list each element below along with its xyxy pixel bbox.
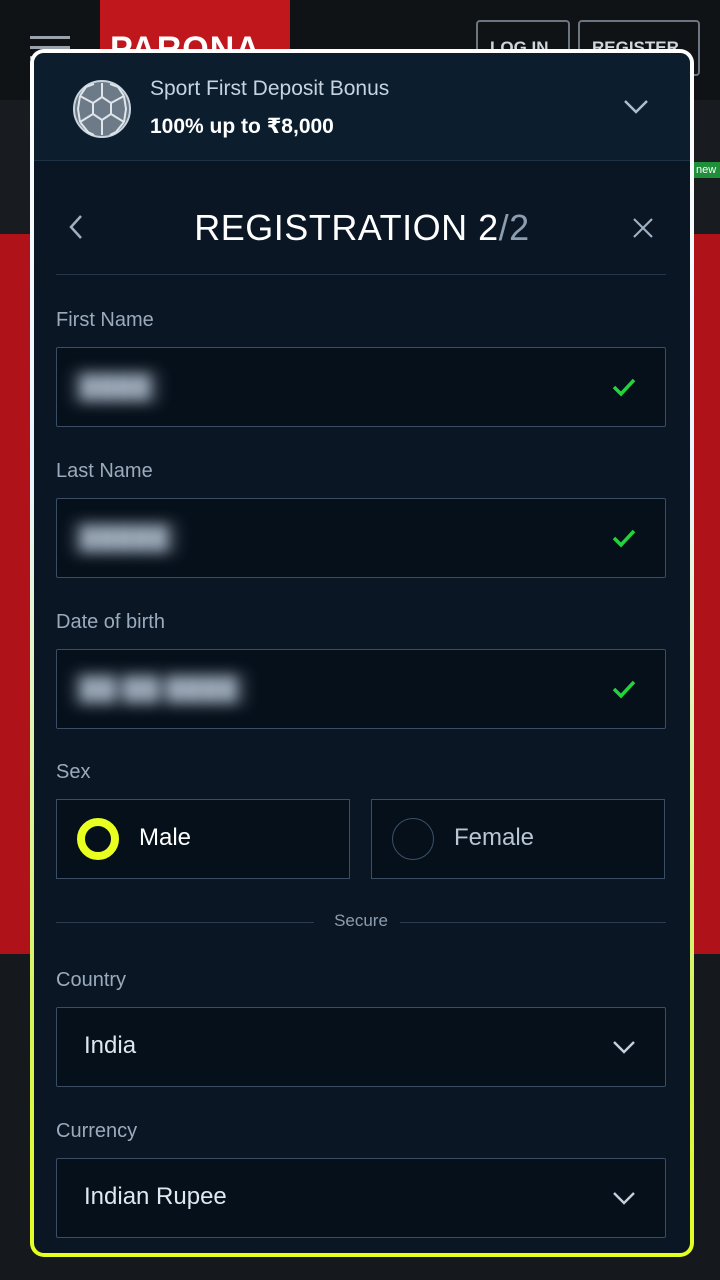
registration-step-total: /2 <box>498 207 530 248</box>
chevron-down-icon[interactable] <box>622 97 650 117</box>
sex-option-female[interactable]: Female <box>371 799 665 879</box>
soccer-ball-icon <box>73 80 131 138</box>
bonus-amount: 100% up to ₹8,000 <box>150 115 334 138</box>
chevron-down-icon <box>613 1041 635 1054</box>
dob-value: ██/██/████ <box>71 672 248 706</box>
radio-unselected-icon[interactable] <box>392 818 434 860</box>
country-value: India <box>84 1032 137 1059</box>
page-title: REGISTRATION 2/2 <box>34 207 690 249</box>
first-name-label: First Name <box>56 309 154 331</box>
sex-option-male[interactable]: Male <box>56 799 350 879</box>
checkmark-icon <box>612 529 636 548</box>
bonus-title: Sport First Deposit Bonus <box>150 77 390 100</box>
dob-label: Date of birth <box>56 611 165 633</box>
country-select[interactable]: India <box>56 1007 666 1087</box>
first-name-field[interactable]: ████ <box>56 347 666 427</box>
close-icon[interactable] <box>630 215 656 241</box>
bonus-selector[interactable]: Sport First Deposit Bonus 100% up to ₹8,… <box>34 53 690 161</box>
radio-selected-icon[interactable] <box>77 818 119 860</box>
currency-label: Currency <box>56 1120 138 1142</box>
title-divider <box>56 274 666 275</box>
chevron-down-icon <box>613 1192 635 1205</box>
secure-divider: Secure <box>56 911 666 935</box>
secure-label: Secure <box>334 911 388 930</box>
last-name-field[interactable]: █████ <box>56 498 666 578</box>
registration-title: REGISTRATION 2 <box>194 207 499 248</box>
new-badge: new <box>690 162 720 178</box>
sex-option-label: Female <box>454 824 535 851</box>
checkmark-icon <box>612 680 636 699</box>
country-label: Country <box>56 969 127 991</box>
last-name-label: Last Name <box>56 460 153 482</box>
sex-label: Sex <box>56 761 91 783</box>
registration-modal: Sport First Deposit Bonus 100% up to ₹8,… <box>30 49 694 1257</box>
dob-field[interactable]: ██/██/████ <box>56 649 666 729</box>
currency-value: Indian Rupee <box>84 1183 227 1210</box>
divider-line <box>400 922 666 923</box>
sex-option-label: Male <box>139 824 192 851</box>
last-name-value: █████ <box>71 521 179 555</box>
checkmark-icon <box>612 378 636 397</box>
currency-select[interactable]: Indian Rupee <box>56 1158 666 1238</box>
first-name-value: ████ <box>71 370 162 404</box>
